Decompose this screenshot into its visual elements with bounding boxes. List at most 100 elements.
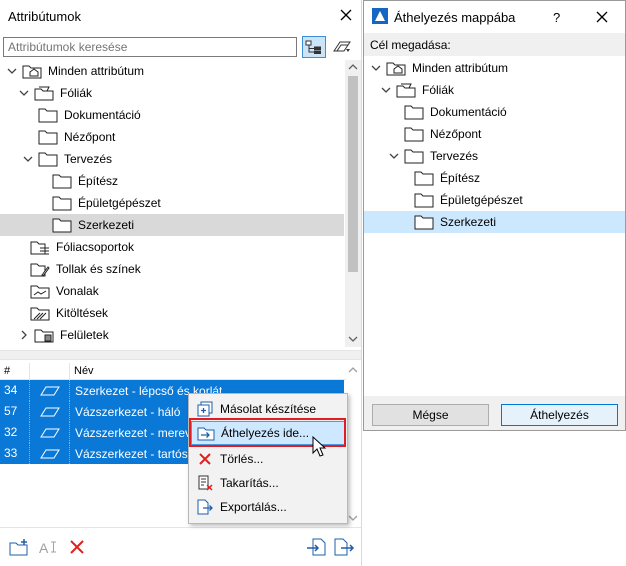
column-header-number[interactable]: # (0, 363, 30, 380)
folder-icon (52, 174, 72, 189)
tree-item-structural[interactable]: Szerkezeti (52, 214, 134, 236)
folder-icon (38, 152, 58, 167)
all-attributes-folder-icon (22, 65, 42, 79)
folder-list-icon (305, 40, 321, 54)
delete-icon (196, 450, 214, 468)
chevron-down-icon (381, 87, 391, 93)
tree-item-fills[interactable]: Kitöltések (30, 302, 108, 324)
new-folder-button[interactable] (8, 537, 30, 557)
chevron-down-icon (371, 65, 381, 71)
folder-icon (414, 193, 434, 208)
pens-colors-icon (30, 263, 50, 277)
search-input[interactable] (3, 37, 297, 57)
export-icon (196, 498, 214, 516)
row-name: Vázszerkezet - háló (75, 404, 181, 419)
column-header-icon[interactable] (30, 363, 70, 380)
tree-item-layers[interactable]: Fóliák (380, 79, 454, 101)
tree-item-documentation[interactable]: Dokumentáció (404, 101, 507, 123)
tree-item-all-attributes[interactable]: Minden attribútum (370, 57, 508, 79)
import-icon (307, 538, 326, 556)
folder-icon (38, 130, 58, 145)
cancel-button[interactable]: Mégse (372, 404, 489, 426)
tree-item-label: Fóliák (422, 83, 455, 97)
move-button[interactable]: Áthelyezés (501, 404, 618, 426)
chevron-down-icon (7, 68, 17, 74)
tree-item-pens-colors[interactable]: Tollak és színek (30, 258, 141, 280)
layer-icon (30, 443, 70, 464)
chevron-down-icon (23, 156, 33, 162)
dialog-title: Áthelyezés mappába (394, 10, 516, 25)
menu-item-label: Exportálás... (220, 500, 287, 514)
tree-item-label: Minden attribútum (412, 61, 509, 75)
column-header-name[interactable]: Név (70, 363, 346, 380)
delete-icon (70, 540, 84, 554)
mouse-cursor-icon (312, 436, 328, 458)
tree-item-label: Minden attribútum (48, 64, 145, 78)
tree-item-line-types[interactable]: Vonalak (30, 280, 99, 302)
menu-item-export[interactable]: Exportálás... (191, 495, 345, 519)
row-number: 33 (0, 443, 30, 464)
app-icon (372, 8, 388, 24)
tree-view-button[interactable] (302, 36, 326, 58)
layers-filter-icon (333, 41, 351, 52)
help-button[interactable]: ? (553, 10, 560, 25)
tree-item-layer-combinations[interactable]: Fóliacsoportok (30, 236, 134, 258)
menu-item-purge[interactable]: Takarítás... (191, 471, 345, 495)
tree-item-label: Tervezés (430, 149, 479, 163)
layers-folder-icon (34, 86, 54, 101)
import-button[interactable] (305, 537, 327, 557)
tree-scrollbar[interactable] (345, 60, 361, 347)
tree-item-viewpoint[interactable]: Nézőpont (404, 123, 481, 145)
tree-item-label: Építész (78, 174, 119, 188)
tree-item-label: Építész (440, 171, 481, 185)
tree-item-mep[interactable]: Épületgépészet (52, 192, 161, 214)
export-button[interactable] (333, 537, 355, 557)
export-icon (334, 538, 355, 556)
tree-scroll-thumb[interactable] (348, 76, 358, 272)
tree-item-mep[interactable]: Épületgépészet (414, 189, 523, 211)
surfaces-icon (34, 329, 54, 343)
delete-button[interactable] (69, 539, 85, 555)
close-icon[interactable] (594, 9, 610, 25)
tree-item-label: Nézőpont (64, 130, 116, 144)
tree-item-label: Dokumentáció (64, 108, 141, 122)
target-label: Cél megadása: (370, 38, 451, 52)
target-folder-tree: Minden attribútum Fóliák Dokumentáció Né… (364, 56, 625, 396)
tree-item-structural[interactable]: Szerkezeti (414, 211, 496, 233)
rename-button[interactable]: A (38, 538, 60, 556)
bottom-toolbar: A (0, 527, 361, 566)
dialog-titlebar: Áthelyezés mappába ? (364, 1, 625, 33)
folder-icon (52, 218, 72, 233)
panel-splitter[interactable] (0, 350, 361, 360)
folder-icon (404, 127, 424, 142)
menu-item-label: Törlés... (220, 452, 264, 466)
menu-item-label: Másolat készítése (220, 402, 317, 416)
tree-item-design[interactable]: Tervezés (388, 145, 478, 167)
filter-button[interactable] (330, 36, 354, 58)
duplicate-icon (196, 400, 214, 418)
row-number: 34 (0, 380, 30, 401)
tree-item-viewpoint[interactable]: Nézőpont (38, 126, 115, 148)
tree-item-label: Nézőpont (430, 127, 482, 141)
tree-item-label: Vonalak (56, 284, 99, 298)
tree-item-layers[interactable]: Fóliák (18, 82, 92, 104)
tree-item-label: Épületgépészet (78, 196, 161, 210)
all-attributes-folder-icon (386, 62, 406, 76)
close-icon[interactable] (338, 7, 354, 23)
tree-item-label: Épületgépészet (440, 193, 523, 207)
scroll-up-icon (348, 367, 358, 373)
folder-icon (414, 215, 434, 230)
move-to-folder-dialog: Áthelyezés mappába ? Cél megadása: Minde… (363, 0, 626, 431)
menu-item-label: Takarítás... (220, 476, 279, 490)
tree-item-all-attributes[interactable]: Minden attribútum (6, 60, 144, 82)
tree-item-architect[interactable]: Építész (52, 170, 118, 192)
tree-item-architect[interactable]: Építész (414, 167, 480, 189)
new-folder-icon (9, 539, 28, 556)
attribute-list-header: # Név (0, 363, 346, 380)
tree-item-surfaces[interactable]: Felületek (18, 324, 109, 346)
tree-item-documentation[interactable]: Dokumentáció (38, 104, 141, 126)
folder-icon (404, 105, 424, 120)
rename-icon: A (39, 540, 56, 556)
tree-item-design[interactable]: Tervezés (22, 148, 112, 170)
tree-item-label: Felületek (60, 328, 109, 342)
